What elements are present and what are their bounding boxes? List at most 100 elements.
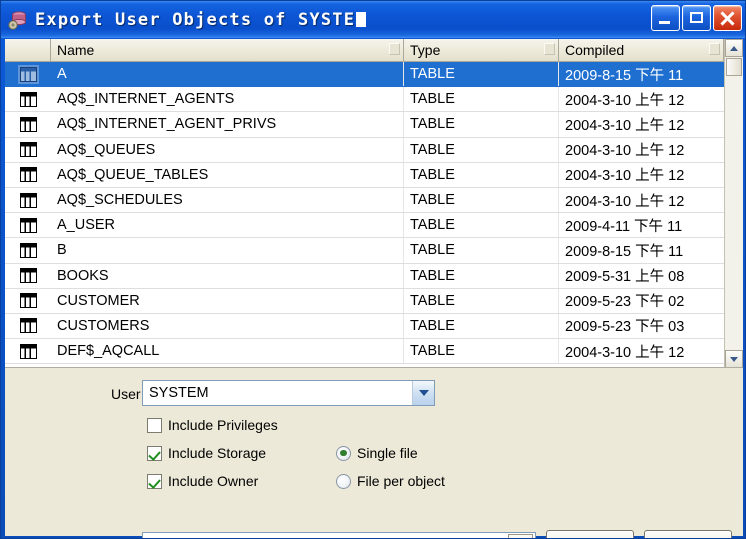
- cell-compiled: 2009-5-23 下午 03: [565, 319, 685, 336]
- minimize-button[interactable]: [651, 5, 680, 31]
- column-header-compiled[interactable]: Compiled: [559, 39, 724, 61]
- cell-name: CUSTOMER: [51, 288, 404, 313]
- cell-type: TABLE: [404, 288, 559, 313]
- cell-type: TABLE: [404, 213, 559, 238]
- include-privileges-label: Include Privileges: [168, 417, 278, 433]
- table-icon: [19, 293, 37, 309]
- single-file-radio[interactable]: Single file: [336, 445, 418, 461]
- table-row[interactable]: CUSTOMERS TABLE 2009-5-23 下午 03: [5, 313, 743, 340]
- column-resize-handle-compiled[interactable]: [709, 43, 720, 55]
- table-row[interactable]: AQ$_INTERNET_AGENT_PRIVS TABLE 2004-3-10 上…: [5, 112, 743, 138]
- row-icon-cell: [5, 112, 51, 136]
- cell-type: TABLE: [404, 112, 559, 137]
- include-privileges-checkbox[interactable]: Include Privileges: [147, 417, 278, 433]
- cell-compiled: 2004-3-10 上午 12: [565, 193, 685, 210]
- table-row[interactable]: BOOKS TABLE 2009-5-31 上午 08: [5, 263, 743, 289]
- title-last-char: [356, 11, 367, 27]
- radio-button-single-file[interactable]: [336, 445, 351, 461]
- include-storage-label: Include Storage: [168, 445, 267, 461]
- column-resize-handle-type[interactable]: [544, 43, 555, 55]
- cell-compiled: 2004-3-10 上午 12: [565, 117, 685, 134]
- cell-compiled: 2004-3-10 上午 12: [565, 143, 685, 160]
- table-row[interactable]: CUSTOMER TABLE 2009-5-23 下午 02: [5, 288, 743, 314]
- table-icon: [19, 142, 37, 158]
- user-select[interactable]: SYSTEM: [142, 380, 435, 406]
- table-row[interactable]: A_USER TABLE 2009-4-11 下午 11: [5, 213, 743, 239]
- cell-name: A: [51, 62, 404, 87]
- table-row[interactable]: B TABLE 2009-8-15 下午 11: [5, 238, 743, 264]
- table-icon: [19, 167, 37, 183]
- cell-name: AQ$_INTERNET_AGENT_PRIVS: [51, 112, 404, 137]
- window-title: Export User Objects of SYSTE: [35, 10, 367, 30]
- table-row[interactable]: AQ$_INTERNET_AGENTS TABLE 2004-3-10 上午 12: [5, 87, 743, 113]
- window-content: Name Type Compiled A TABLE 2009-8-15 下午 11…: [5, 39, 743, 539]
- include-storage-checkbox[interactable]: Include Storage: [147, 445, 266, 461]
- close-button[interactable]: [713, 5, 742, 31]
- cell-name: AQ$_INTERNET_AGENTS: [51, 87, 404, 112]
- table-row[interactable]: AQ$_QUEUE_TABLES TABLE 2004-3-10 上午 12: [5, 162, 743, 188]
- cell-name: AQ$_QUEUES: [51, 137, 404, 162]
- maximize-button[interactable]: [682, 5, 711, 31]
- column-resize-handle-name[interactable]: [389, 43, 400, 55]
- chevron-up-icon: [730, 46, 738, 51]
- table-icon: [19, 116, 37, 132]
- table-icon: [19, 242, 37, 258]
- table-row[interactable]: DEF$_AQCALL TABLE 2004-3-10 上午 12: [5, 339, 743, 365]
- view-button[interactable]: View: [644, 530, 732, 538]
- column-header-name[interactable]: Name: [51, 39, 404, 61]
- file-per-object-radio[interactable]: File per object: [336, 473, 445, 489]
- row-icon-cell: [5, 339, 51, 363]
- window-controls: [651, 5, 742, 31]
- include-owner-label: Include Owner: [168, 473, 259, 489]
- objects-grid: Name Type Compiled A TABLE 2009-8-15 下午 11…: [5, 39, 743, 368]
- browse-folder-button[interactable]: [508, 534, 533, 538]
- export-button[interactable]: Export: [546, 530, 634, 538]
- table-icon: [19, 268, 37, 284]
- cell-type: TABLE: [404, 87, 559, 112]
- output-file-value: C:\Documents and Settings\Administrator\…: [143, 536, 508, 539]
- table-row[interactable]: A TABLE 2009-8-15 下午 11: [5, 62, 743, 88]
- checkbox-box-include-owner[interactable]: [147, 473, 162, 489]
- table-icon: [19, 343, 37, 359]
- cell-compiled: 2009-5-23 下午 02: [565, 294, 685, 311]
- cell-type: TABLE: [404, 263, 559, 288]
- table-icon: [19, 91, 37, 107]
- cell-compiled: 2004-3-10 上午 12: [565, 344, 685, 361]
- database-icon: [7, 9, 29, 31]
- radio-button-file-per-object[interactable]: [336, 473, 351, 489]
- grid-header-row: Name Type Compiled: [5, 39, 743, 62]
- checkbox-box-include-storage[interactable]: [147, 445, 162, 461]
- scroll-down-button[interactable]: [725, 350, 743, 367]
- chevron-down-icon[interactable]: [412, 381, 434, 405]
- cell-type: TABLE: [404, 187, 559, 213]
- table-row[interactable]: AQ$_QUEUES TABLE 2004-3-10 上午 12: [5, 137, 743, 163]
- row-icon-cell: [5, 138, 51, 162]
- grid-vertical-scrollbar[interactable]: [724, 39, 743, 367]
- scrollbar-thumb[interactable]: [726, 58, 742, 76]
- cell-type: TABLE: [404, 313, 559, 339]
- cell-name: AQ$_QUEUE_TABLES: [51, 162, 404, 187]
- cell-name: DEF$_AQCALL: [51, 339, 404, 364]
- column-header-type[interactable]: Type: [404, 39, 559, 61]
- cell-name: B: [51, 238, 404, 263]
- cell-compiled: 2009-8-15 下午 11: [565, 67, 684, 84]
- user-label: User: [111, 386, 141, 402]
- cell-type: TABLE: [404, 137, 559, 162]
- table-icon: [19, 66, 37, 82]
- table-icon: [19, 217, 37, 233]
- cell-name: A_USER: [51, 213, 404, 238]
- output-file-input[interactable]: C:\Documents and Settings\Administrator\…: [142, 532, 536, 539]
- cell-type: TABLE: [404, 62, 559, 87]
- cell-type: TABLE: [404, 162, 559, 187]
- cell-compiled: 2004-3-10 上午 12: [565, 92, 685, 109]
- chevron-down-icon: [730, 357, 738, 362]
- table-row[interactable]: AQ$_SCHEDULES TABLE 2004-3-10 上午 12: [5, 187, 743, 214]
- table-icon: [19, 192, 37, 208]
- cell-name: CUSTOMERS: [51, 313, 404, 339]
- column-header-rownum[interactable]: [5, 39, 51, 61]
- include-owner-checkbox[interactable]: Include Owner: [147, 473, 258, 489]
- single-file-label: Single file: [357, 445, 418, 461]
- table-icon: [19, 318, 37, 334]
- checkbox-box-include-privileges[interactable]: [147, 417, 162, 433]
- scroll-up-button[interactable]: [725, 39, 743, 57]
